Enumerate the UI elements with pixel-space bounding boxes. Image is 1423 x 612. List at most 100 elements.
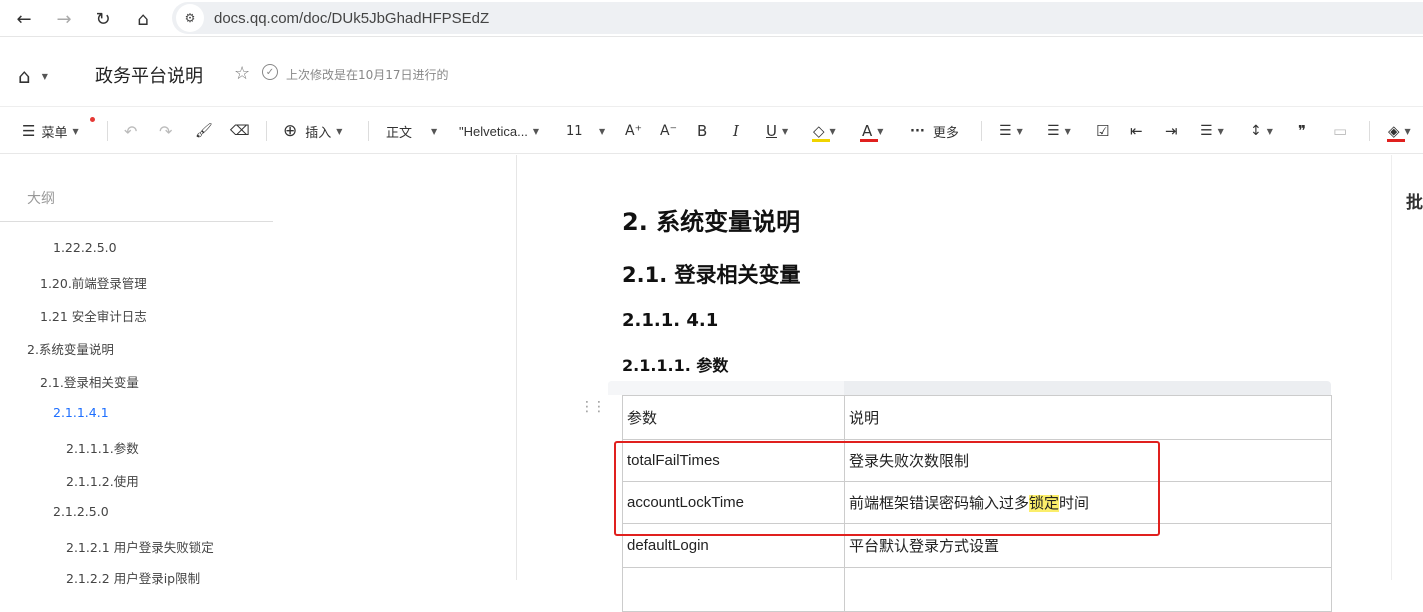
document-title[interactable]: 政务平台说明 <box>95 62 203 88</box>
chevron-down-icon: ▼ <box>1064 126 1071 136</box>
forward-icon[interactable]: → <box>51 6 77 32</box>
underline-icon: U <box>766 122 777 140</box>
outline-item[interactable]: 2.1.2.2 用户登录ip限制 <box>66 568 200 587</box>
chevron-down-icon: ▼ <box>781 126 789 136</box>
indent-icon[interactable]: ⇥ <box>1165 120 1178 142</box>
table-cell[interactable]: 参数 <box>622 395 845 440</box>
outline-item[interactable]: 2.1.2.5.0 <box>53 504 109 519</box>
italic-icon[interactable]: I <box>733 120 739 142</box>
bold-icon[interactable]: B <box>697 120 707 142</box>
url-text[interactable]: docs.qq.com/doc/DUk5JbGhadHFPSEdZ <box>214 10 489 27</box>
chevron-down-icon: ▼ <box>599 126 606 136</box>
line-spacing-button[interactable]: ↕ ▼ <box>1250 120 1273 142</box>
font-size-value: 11 <box>566 123 583 139</box>
fill-color-indicator <box>1387 139 1405 142</box>
outline-item[interactable]: 2.系统变量说明 <box>27 339 114 358</box>
table-header-row: 参数 说明 <box>622 395 1332 440</box>
decrease-font-icon[interactable]: A⁻ <box>660 120 677 142</box>
table-row <box>622 567 1332 612</box>
site-settings-icon[interactable]: ⚙ <box>176 4 204 32</box>
clear-format-icon[interactable]: ⌫ <box>230 120 250 142</box>
browser-home-icon[interactable]: ⌂ <box>130 6 156 32</box>
table-cell[interactable]: 说明 <box>844 395 1332 440</box>
star-icon[interactable]: ☆ <box>234 63 250 84</box>
chevron-down-icon: ▼ <box>41 71 48 81</box>
back-icon[interactable]: ← <box>11 6 37 32</box>
comment-panel-title[interactable]: 批注 <box>1406 188 1423 213</box>
font-size-select[interactable]: 11 ▼ <box>566 120 608 142</box>
insert-icon: ⊕ <box>283 121 298 141</box>
menu-button[interactable]: ☰ 菜单 ▼ <box>22 120 79 142</box>
table-cell[interactable] <box>622 567 845 612</box>
table-column-handle[interactable] <box>608 381 844 395</box>
outline-item[interactable]: 1.20.前端登录管理 <box>40 273 147 292</box>
outdent-icon[interactable]: ⇤ <box>1130 120 1143 142</box>
chevron-down-icon: ▼ <box>1217 126 1224 136</box>
heading-4[interactable]: 2.1.1.1. 参数 <box>622 352 728 376</box>
outline-item[interactable]: 2.1.登录相关变量 <box>40 372 139 391</box>
chevron-down-icon: ▼ <box>431 126 438 136</box>
font-family-value: "Helvetica... <box>459 123 528 139</box>
insert-label: 插入 <box>305 125 332 141</box>
address-bar[interactable]: ⚙ docs.qq.com/doc/DUk5JbGhadHFPSEdZ <box>172 2 1423 34</box>
align-button[interactable]: ☰ ▼ <box>1200 120 1224 142</box>
last-modified-text[interactable]: 上次修改是在10月17日进行的 <box>286 66 449 83</box>
heading-1[interactable]: 2. 系统变量说明 <box>622 202 800 237</box>
outline-item[interactable]: 2.1.2.1 用户登录失败锁定 <box>66 537 214 556</box>
notification-dot <box>90 117 95 122</box>
chevron-down-icon: ▼ <box>336 126 343 136</box>
chevron-down-icon: ▼ <box>1404 126 1411 136</box>
paragraph-style-value: 正文 <box>386 125 413 141</box>
outline-item[interactable]: 2.1.1.1.参数 <box>66 438 139 457</box>
increase-font-icon[interactable]: A⁺ <box>625 120 642 142</box>
browser-toolbar: ← → ↻ ⌂ ⚙ docs.qq.com/doc/DUk5JbGhadHFPS… <box>0 0 1423 37</box>
outline-title: 大纲 <box>27 191 55 207</box>
heading-2[interactable]: 2.1. 登录相关变量 <box>622 259 801 289</box>
bullet-list-icon: ☰ <box>999 123 1012 139</box>
divider <box>1369 121 1370 141</box>
chevron-down-icon: ▼ <box>1266 126 1273 136</box>
outline-item[interactable]: 2.1.1.2.使用 <box>66 471 139 490</box>
redo-icon[interactable]: ↷ <box>159 120 172 142</box>
quote-icon[interactable]: ❞ <box>1298 120 1306 142</box>
format-painter-icon[interactable]: 🖌 <box>195 120 213 142</box>
chevron-down-icon: ▼ <box>72 126 79 136</box>
insert-button[interactable]: ⊕ 插入 ▼ <box>283 120 342 142</box>
drag-handle-icon[interactable]: ⋮⋮ <box>580 399 606 415</box>
doc-header: ⌂ ▼ 政务平台说明 ☆ ✓ 上次修改是在10月17日进行的 <box>0 44 1423 105</box>
menu-icon: ☰ <box>22 122 36 140</box>
more-button[interactable]: ··· 更多 <box>910 120 959 142</box>
font-family-select[interactable]: "Helvetica... ▼ <box>459 120 551 142</box>
highlight-icon: ◇ <box>813 122 825 140</box>
outline-item[interactable]: 1.21 安全审计日志 <box>40 306 147 325</box>
outline-divider <box>0 221 273 222</box>
comment-panel: 批注 <box>1391 155 1423 580</box>
reload-icon[interactable]: ↻ <box>90 6 116 32</box>
numbered-list-button[interactable]: ☰ ▼ <box>1047 120 1071 142</box>
outline-item-active[interactable]: 2.1.1.4.1 <box>53 405 109 420</box>
table-cell[interactable] <box>844 567 1332 612</box>
checklist-icon[interactable]: ☑ <box>1096 120 1109 142</box>
home-button[interactable]: ⌂ ▼ <box>18 64 48 88</box>
saved-check-icon: ✓ <box>262 64 278 80</box>
line-spacing-icon: ↕ <box>1250 123 1262 139</box>
divider-line-icon[interactable]: ▭ <box>1333 120 1347 142</box>
annotation-highlight-box <box>614 441 1160 536</box>
divider <box>266 121 267 141</box>
bullet-list-button[interactable]: ☰ ▼ <box>999 120 1023 142</box>
table-column-header-bar[interactable] <box>608 381 1331 395</box>
fill-color-icon: ◈ <box>1388 122 1400 140</box>
divider <box>981 121 982 141</box>
heading-3[interactable]: 2.1.1. 4.1 <box>622 310 718 331</box>
paragraph-style-select[interactable]: 正文 ▼ <box>386 120 446 142</box>
divider <box>107 121 108 141</box>
outline-panel: 大纲 1.22.2.5.0 1.20.前端登录管理 1.21 安全审计日志 2.… <box>0 155 517 586</box>
undo-icon[interactable]: ↶ <box>124 120 137 142</box>
chevron-down-icon: ▼ <box>829 126 836 136</box>
chevron-down-icon: ▼ <box>1016 126 1023 136</box>
underline-button[interactable]: U ▼ <box>766 120 788 142</box>
align-icon: ☰ <box>1200 123 1213 139</box>
font-color-icon: A <box>862 122 873 140</box>
outline-item[interactable]: 1.22.2.5.0 <box>53 240 117 255</box>
home-icon: ⌂ <box>18 64 31 88</box>
